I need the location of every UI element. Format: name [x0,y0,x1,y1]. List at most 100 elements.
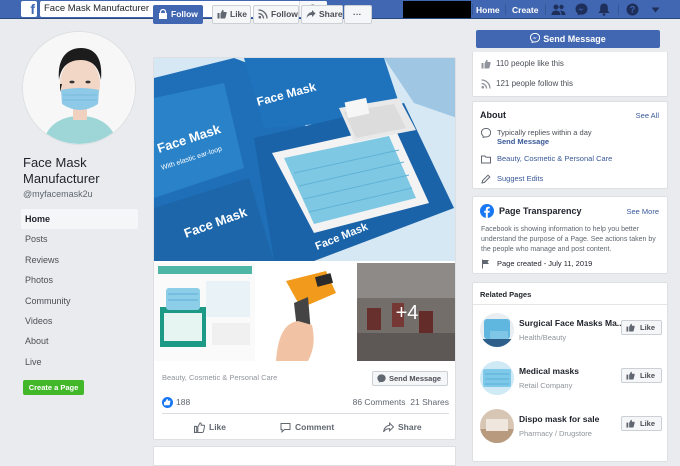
likes-count-text: 110 people like this [496,59,564,69]
related-page-item[interactable]: Surgical Face Masks Ma... Health/Beauty … [480,313,662,353]
factory-image: +4 [357,263,455,361]
nav-item-videos[interactable]: Videos [21,311,138,331]
friends-icon[interactable] [551,3,566,16]
share-label: Share [319,9,343,19]
follow-button-primary[interactable]: Follow [153,5,203,24]
see-all-link[interactable]: See All [636,111,659,120]
redacted-profile-area[interactable] [403,1,471,18]
nav-item-home[interactable]: Home [21,209,138,230]
post-category[interactable]: Beauty, Cosmetic & Personal Care [162,373,277,382]
comment-action-button[interactable]: Comment [280,422,335,434]
left-navigation: Home Posts Reviews Photos Community Vide… [21,209,138,372]
nav-home-link[interactable]: Home [476,5,500,15]
create-page-button[interactable]: Create a Page [23,380,84,395]
follow-label: Follow [171,9,198,19]
nav-item-reviews[interactable]: Reviews [21,250,138,270]
related-page-avatar[interactable] [480,361,514,395]
nav-item-live[interactable]: Live [21,352,138,372]
more-options-button[interactable]: ··· [344,5,372,24]
comment-action-label: Comment [295,422,335,432]
facebook-circle-icon [480,204,494,218]
folder-icon [481,155,491,164]
share-page-button[interactable]: Share [301,5,343,24]
thumbs-up-icon [481,59,491,69]
related-like-button[interactable]: Like [621,368,662,383]
thumbs-up-icon [626,419,635,428]
page-title: Face Mask Manufacturer [23,155,100,186]
like-action-button[interactable]: Like [194,422,227,434]
messenger-icon [481,128,491,138]
nav-divider [472,4,473,15]
reply-time-text: Typically replies within a day [497,128,592,137]
related-page-name[interactable]: Dispo mask for sale [519,414,599,424]
share-action-label: Share [398,422,422,432]
thumbnail-thermometer[interactable] [256,263,356,361]
related-like-button[interactable]: Like [621,416,662,431]
help-icon[interactable]: ? [626,3,639,16]
related-page-avatar[interactable] [480,313,514,347]
notifications-icon[interactable] [598,3,610,16]
divider [162,413,449,414]
medical-masks-image [480,361,514,395]
response-info: Typically replies within a day Send Mess… [481,128,592,146]
follow-page-button[interactable]: Follow [253,5,299,24]
follow-label-2: Follow [271,9,298,19]
messenger-icon [530,32,541,44]
like-page-button[interactable]: Like [212,5,251,24]
suggest-edits-row: Suggest Edits [481,174,543,184]
face-mask-boxes-image: Face Mask Face Mask Face Mask Face Mask … [154,58,455,261]
related-pages-title: Related Pages [480,290,532,299]
page-transparency-card: Page Transparency See More Facebook is s… [472,196,668,274]
related-like-label: Like [640,323,656,332]
nav-create-link[interactable]: Create [512,5,538,15]
nav-item-community[interactable]: Community [21,291,138,311]
like-action-label: Like [209,422,227,432]
dispo-mask-image [480,409,514,443]
like-reaction-icon [162,397,173,409]
about-card: About See All Typically replies within a… [472,101,668,189]
dropdown-icon[interactable] [651,7,660,13]
thumbnail-factory-more[interactable]: +4 [357,263,455,361]
post-send-message-button[interactable]: Send Message [372,371,448,386]
facebook-logo[interactable]: f [21,1,37,17]
share-arrow-icon [383,422,395,433]
related-page-avatar[interactable] [480,409,514,443]
profile-picture-woman-mask [23,32,135,144]
rss-follow-icon [481,79,491,89]
related-pages-card: Related Pages Surgical Face Masks Ma... … [472,282,668,462]
category-link[interactable]: Beauty, Cosmetic & Personal Care [481,154,612,163]
follow-icon [159,9,167,19]
engagement-counts: 86 Comments 21 Shares [353,397,449,407]
messenger-icon[interactable] [575,3,588,16]
related-page-category: Pharmacy / Drugstore [519,429,592,438]
related-page-name[interactable]: Medical masks [519,366,579,376]
related-page-name[interactable]: Surgical Face Masks Ma... [519,318,624,328]
page-handle[interactable]: @myfacemask2u [23,189,93,199]
related-page-item[interactable]: Medical masks Retail Company Like [480,361,662,401]
mask-package-image [154,263,255,361]
surgical-masks-image [480,313,514,347]
reaction-summary[interactable]: 188 [162,397,190,409]
page-profile-photo[interactable] [22,31,136,145]
nav-item-photos[interactable]: Photos [21,270,138,290]
more-photos-count: +4 [396,302,419,324]
related-page-item[interactable]: Dispo mask for sale Pharmacy / Drugstore… [480,409,662,449]
about-send-message-link[interactable]: Send Message [481,137,592,146]
transparency-title: Page Transparency [499,206,582,216]
follows-stat: 121 people follow this [481,79,573,89]
page-created-text: Page created - July 11, 2019 [497,259,593,268]
see-more-link[interactable]: See More [626,207,659,216]
transparency-description: Facebook is showing information to help … [481,226,656,253]
send-message-button[interactable]: Send Message [476,30,660,48]
nav-item-about[interactable]: About [21,331,138,351]
share-count[interactable]: 21 Shares [410,397,449,407]
thumbnail-mask-package[interactable] [154,263,255,361]
likes-stat: 110 people like this [481,59,564,69]
share-action-button[interactable]: Share [383,422,422,433]
related-like-button[interactable]: Like [621,320,662,335]
nav-item-posts[interactable]: Posts [21,229,138,249]
comment-count[interactable]: 86 Comments [353,397,406,407]
post-main-photo[interactable]: Face Mask Face Mask Face Mask Face Mask … [154,58,455,261]
nav-divider [545,4,546,15]
category-info: Beauty, Cosmetic & Personal Care [481,154,612,164]
